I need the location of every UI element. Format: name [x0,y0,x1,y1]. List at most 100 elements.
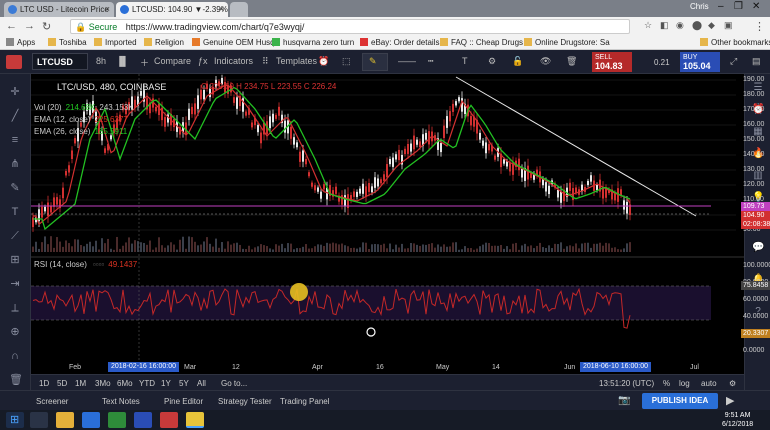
bookmark-item[interactable]: eBay: Order details [360,38,439,47]
settings-icon[interactable]: ⚙ [488,56,496,67]
expand-icon[interactable]: ⤢ [730,56,737,67]
chart-area[interactable]: LTC/USD, 480, COINBASE O 229.69 H 234.75… [31,74,770,374]
close-window-icon[interactable]: ✕ [752,1,760,12]
start-button[interactable]: ⊞ [6,412,24,428]
symbol-input[interactable]: LTCUSD [32,53,88,70]
extension-icon[interactable]: ▣ [724,20,733,31]
profile-name[interactable]: Chris [690,2,709,14]
trash-icon[interactable]: 🗑 [566,56,577,67]
brush-icon[interactable]: ✎ [9,182,21,194]
tab-ltc-usd-price[interactable]: LTC USD - Litecoin Price × [4,2,114,17]
outlook-icon[interactable] [82,412,100,428]
sell-button[interactable]: SELL 104.83 [592,52,632,72]
bookmark-other[interactable]: Other bookmarks [700,38,770,47]
brush-tool-button[interactable]: ✎ [362,53,388,71]
maximize-icon[interactable]: ❐ [734,1,743,12]
line-style-icon[interactable]: —— [398,56,416,66]
file-explorer-icon[interactable] [56,412,74,428]
range-all[interactable]: All [197,379,206,388]
goto-button[interactable]: Go to... [221,379,247,388]
auto-toggle[interactable]: auto [701,379,717,388]
log-toggle[interactable]: log [679,379,690,388]
magnet-icon[interactable]: ∩ [9,350,21,362]
select-tool-icon[interactable]: ⬚ [342,56,351,67]
legend-buttons-icon[interactable]: ▫▫▫▫ [93,260,104,269]
publish-idea-button[interactable]: PUBLISH IDEA [642,393,718,409]
bookmark-item[interactable]: husqvarna zero turn [272,38,354,47]
range-5y[interactable]: 5Y [179,379,189,388]
indicators-button[interactable]: Indicators [214,56,253,66]
app-icon[interactable] [160,412,178,428]
cursor-icon[interactable]: ✛ [9,86,21,98]
bookmark-star-icon[interactable]: ☆ [644,20,652,31]
bookmark-item[interactable]: Religion [144,38,184,47]
pitchfork-icon[interactable]: ⋔ [9,158,21,170]
chrome-icon[interactable] [186,412,204,428]
reload-icon[interactable]: ↻ [42,20,51,33]
line-width-icon[interactable]: ┅ [428,56,433,67]
extension-icon[interactable]: ⬤ [692,20,702,31]
range-6m[interactable]: 6Mo [117,379,133,388]
bar-style-icon[interactable]: ▐▌ [116,56,129,66]
prediction-icon[interactable]: ⊞ [9,254,21,266]
tab-pine-editor[interactable]: Pine Editor [164,397,203,406]
range-1m[interactable]: 1M [75,379,86,388]
visibility-icon[interactable]: 👁 [540,56,551,67]
extension-icon[interactable]: ◉ [676,20,684,31]
search-icon[interactable] [30,412,48,428]
interval-button[interactable]: 8h [96,56,106,66]
play-icon[interactable]: ▶ [726,394,734,407]
pattern-icon[interactable]: ⟋ [9,230,21,242]
templates-button[interactable]: Templates [276,56,317,66]
address-input[interactable]: 🔒 Secure https://www.tradingview.com/cha… [70,19,630,34]
bookmark-item[interactable]: Online Drugstore: Sa [524,38,610,47]
range-3m[interactable]: 3Mo [95,379,111,388]
extension-icon[interactable]: ◧ [660,20,669,31]
range-1d[interactable]: 1D [39,379,49,388]
forward-icon[interactable]: → [24,20,35,32]
arrow-icon[interactable]: ⇥ [9,278,21,290]
new-tab-button[interactable] [230,2,248,17]
trend-line-icon[interactable]: ╱ [9,110,21,122]
range-ytd[interactable]: YTD [139,379,155,388]
extension-icon[interactable]: ◆ [708,20,715,31]
compare-button[interactable]: Compare [154,56,191,66]
horizontal-line-icon[interactable]: ≡ [9,134,21,146]
chat-icon[interactable]: 💬 [752,242,764,254]
buy-button[interactable]: BUY 105.04 [680,52,720,72]
word-icon[interactable] [134,412,152,428]
tab-strategy-tester[interactable]: Strategy Tester [218,397,272,406]
bookmark-item[interactable]: Imported [94,38,137,47]
system-clock[interactable]: 9:51 AM 6/12/2018 [722,411,753,429]
chat-icon[interactable]: ▤ [752,56,761,67]
lock-drawing-icon[interactable]: 🔓 [512,56,523,67]
bookmark-item[interactable]: Genuine OEM Husq [192,38,275,47]
text-tool-icon[interactable]: T [462,56,468,66]
utc-clock[interactable]: 13:51:20 (UTC) [599,379,654,388]
tab-text-notes[interactable]: Text Notes [102,397,140,406]
back-icon[interactable]: ← [6,20,17,32]
menu-icon[interactable]: ⋮ [754,20,765,33]
text-icon[interactable]: T [9,206,21,218]
alert-icon[interactable]: ⏰ [318,56,329,67]
range-1y[interactable]: 1Y [161,379,171,388]
percent-toggle[interactable]: % [663,379,670,388]
tv-notifications-icon[interactable] [6,55,22,69]
trash-icon[interactable]: 🗑 [9,374,23,386]
bookmark-item[interactable]: FAQ :: Cheap Drugs [440,38,523,47]
bookmark-apps[interactable]: Apps [6,38,35,47]
tab-tradingview[interactable]: LTCUSD: 104.90 ▼-2.39% × [116,2,228,17]
range-5d[interactable]: 5D [57,379,67,388]
settings-icon[interactable]: ⚙ [729,379,736,388]
tab-screener[interactable]: Screener [36,397,68,406]
bookmark-item[interactable]: Toshiba [48,38,87,47]
measure-icon[interactable]: ⟂ [9,302,21,314]
chart-canvas[interactable] [31,74,744,374]
camera-icon[interactable]: 📷 [618,395,630,406]
tab-trading-panel[interactable]: Trading Panel [280,397,330,406]
zoom-in-icon[interactable]: ⊕ [9,326,21,338]
minimize-icon[interactable]: – [718,1,724,12]
close-tab-icon[interactable]: × [219,4,224,14]
close-tab-icon[interactable]: × [105,4,110,14]
excel-icon[interactable] [108,412,126,428]
